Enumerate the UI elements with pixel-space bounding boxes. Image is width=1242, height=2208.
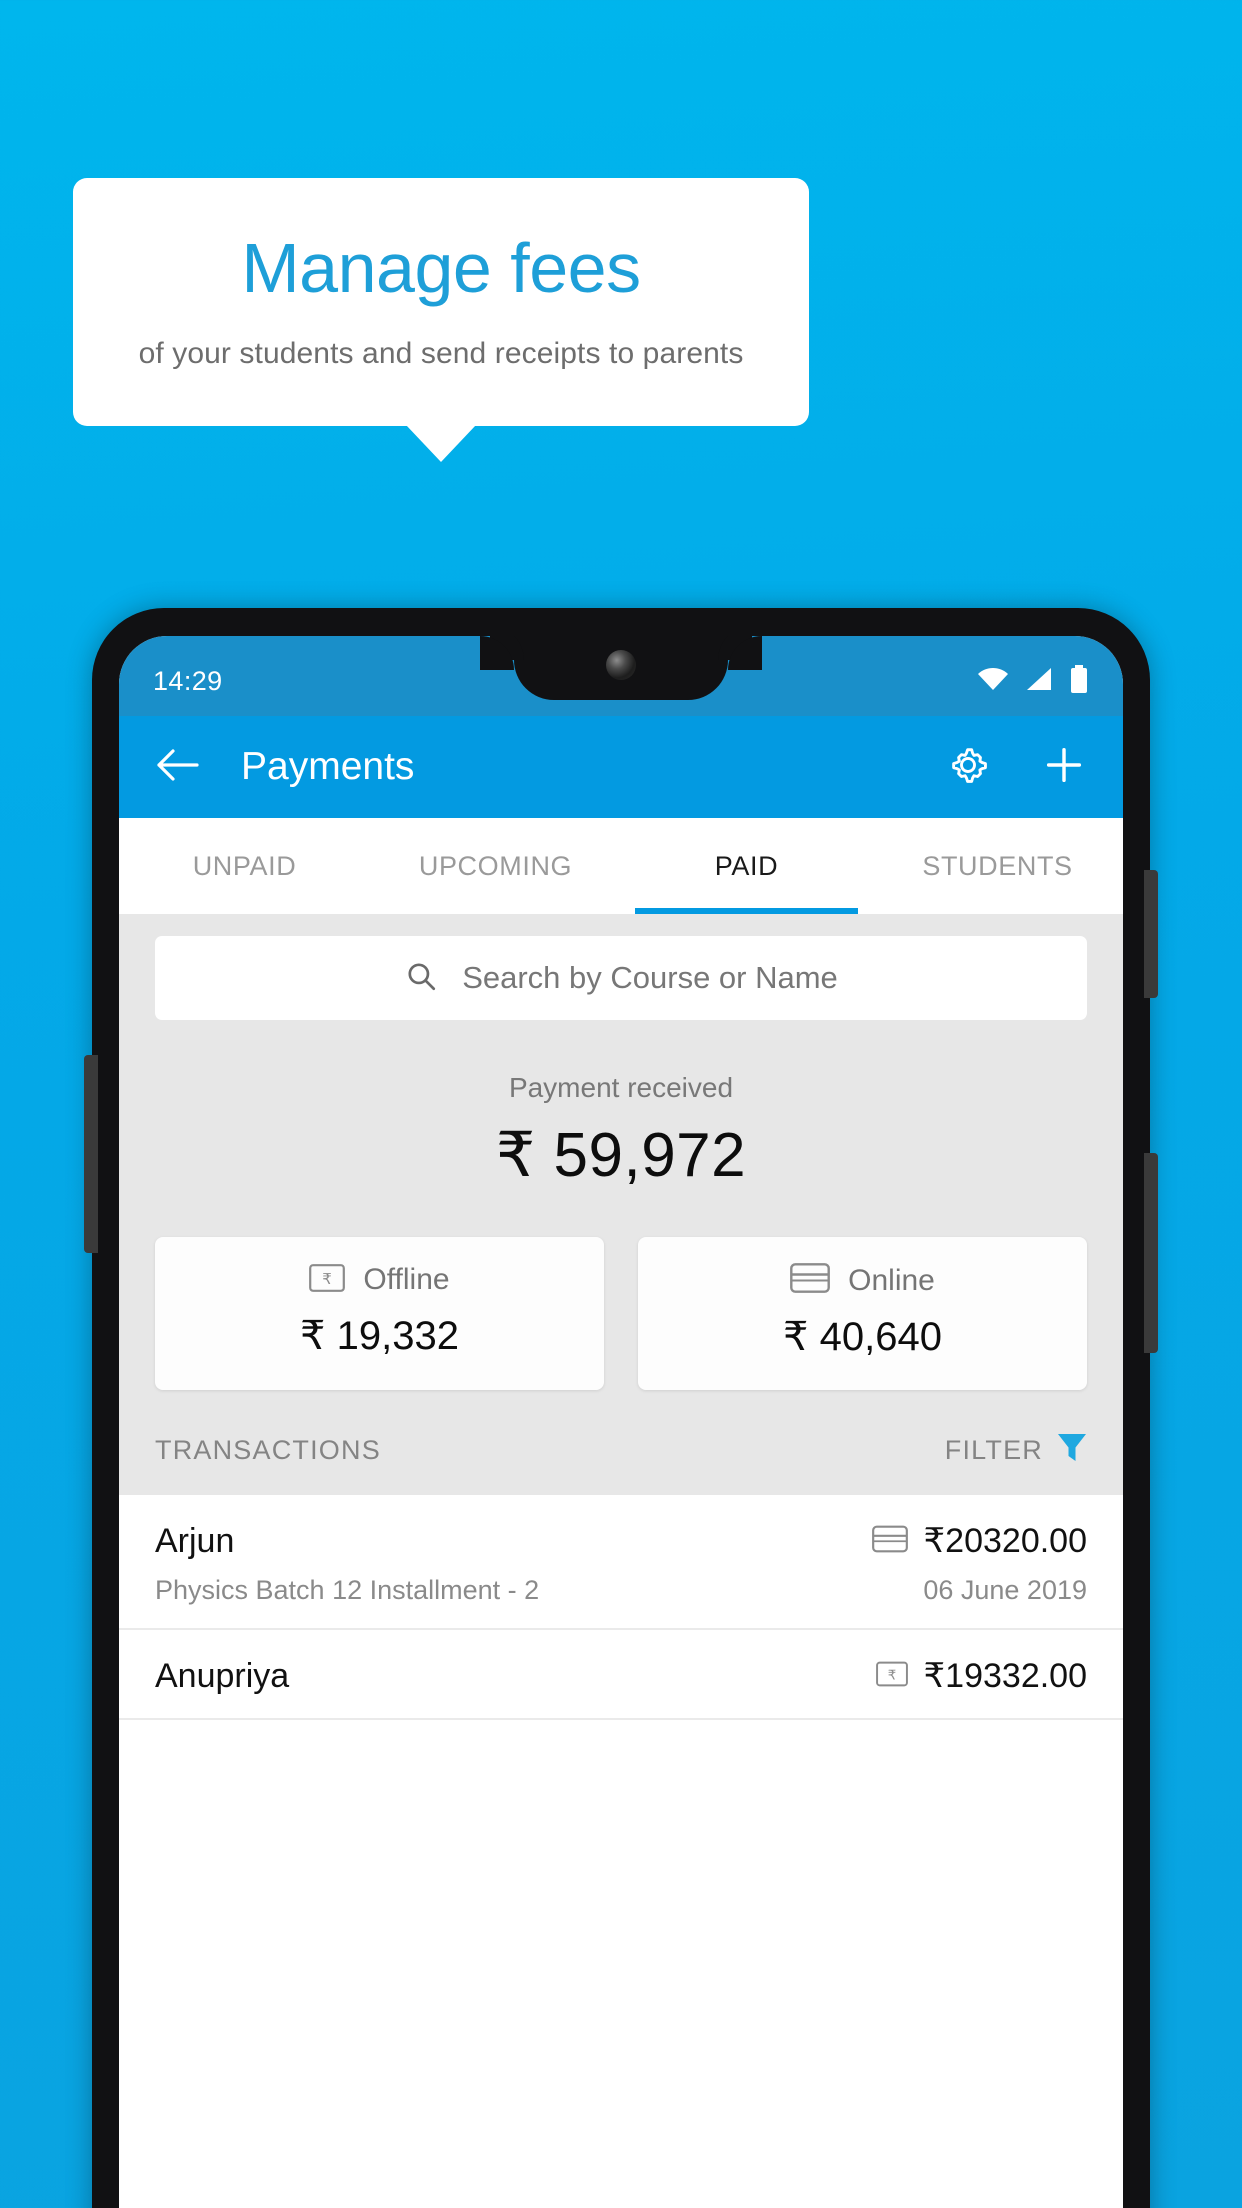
- content-area: Search by Course or Name Payment receive…: [119, 914, 1123, 1495]
- battery-icon: [1069, 664, 1089, 698]
- front-camera-icon: [606, 650, 636, 680]
- offline-card-label: Offline: [363, 1263, 450, 1296]
- rupee-note-icon: ₹: [875, 1661, 908, 1692]
- credit-card-icon: [790, 1263, 831, 1298]
- txn-description: Physics Batch 12 Installment - 2: [155, 1575, 540, 1605]
- transactions-header: TRANSACTIONS FILTER: [119, 1390, 1123, 1495]
- offline-card-amount: ₹ 19,332: [300, 1314, 459, 1358]
- phone-notch: [480, 636, 762, 700]
- search-placeholder: Search by Course or Name: [462, 960, 838, 995]
- txn-secondary-line: Physics Batch 12 Installment - 2 06 June…: [155, 1575, 1087, 1606]
- txn-name: Arjun: [155, 1521, 235, 1560]
- plus-icon[interactable]: [1041, 742, 1087, 793]
- promo-card: Manage fees of your students and send re…: [73, 178, 809, 426]
- payment-summary: Payment received ₹ 59,972: [119, 1020, 1123, 1191]
- online-card-amount: ₹ 40,640: [783, 1315, 942, 1359]
- online-card-label: Online: [848, 1263, 935, 1297]
- table-row[interactable]: Anupriya ₹ ₹19332.00: [119, 1630, 1123, 1720]
- svg-text:₹: ₹: [323, 1270, 333, 1288]
- status-time: 14:29: [153, 665, 223, 696]
- gear-icon[interactable]: [945, 742, 991, 793]
- filter-button[interactable]: FILTER: [945, 1432, 1087, 1469]
- back-arrow-icon[interactable]: [155, 747, 199, 788]
- online-card[interactable]: Online ₹ 40,640: [638, 1237, 1087, 1390]
- transactions-title: TRANSACTIONS: [155, 1435, 381, 1465]
- page-subtitle: of your students and send receipts to pa…: [138, 337, 744, 370]
- phone-volume-button[interactable]: [1144, 1153, 1158, 1353]
- app-bar: Payments: [119, 716, 1123, 818]
- phone-screen: 14:29 Payments UNPAID UPCOMING PAID STUD…: [119, 636, 1123, 2208]
- phone-left-button[interactable]: [84, 1055, 98, 1253]
- txn-date: 06 June 2019: [923, 1575, 1087, 1605]
- tab-unpaid[interactable]: UNPAID: [119, 818, 370, 914]
- funnel-icon: [1057, 1432, 1087, 1469]
- summary-label: Payment received: [508, 1072, 734, 1103]
- txn-amount-wrap: ₹ ₹19332.00: [875, 1656, 1087, 1696]
- filter-label: FILTER: [944, 1435, 1043, 1465]
- rupee-note-icon: ₹: [309, 1263, 346, 1297]
- tab-bar: UNPAID UPCOMING PAID STUDENTS: [119, 818, 1123, 914]
- signal-icon: [1025, 667, 1053, 696]
- txn-primary-line: Arjun ₹20320.00: [155, 1521, 1087, 1561]
- offline-card-head: ₹ Offline: [155, 1263, 604, 1297]
- txn-amount-wrap: ₹20320.00: [871, 1521, 1087, 1561]
- phone-device-frame: 14:29 Payments UNPAID UPCOMING PAID STUD…: [84, 608, 1158, 2208]
- status-icons: [977, 664, 1089, 698]
- tab-paid[interactable]: PAID: [621, 818, 872, 914]
- online-card-head: Online: [638, 1263, 1087, 1298]
- search-wrapper: Search by Course or Name: [119, 914, 1123, 1020]
- table-row[interactable]: Arjun ₹20320.00 Physics Batch 12 Install…: [119, 1495, 1123, 1630]
- txn-name: Anupriya: [155, 1656, 290, 1695]
- tab-students[interactable]: STUDENTS: [872, 818, 1123, 914]
- speech-bubble-tail: [406, 425, 476, 462]
- summary-amount: ₹ 59,972: [495, 1121, 747, 1190]
- status-bar: 14:29: [119, 636, 1123, 716]
- txn-amount: ₹20320.00: [923, 1522, 1087, 1560]
- page-title: Manage fees: [241, 229, 641, 307]
- payment-method-cards: ₹ Offline ₹ 19,332 Online ₹ 40,640: [119, 1191, 1123, 1390]
- wifi-icon: [977, 667, 1009, 696]
- offline-card[interactable]: ₹ Offline ₹ 19,332: [155, 1237, 604, 1390]
- app-bar-title: Payments: [241, 745, 415, 788]
- credit-card-icon: [871, 1525, 908, 1558]
- tab-upcoming[interactable]: UPCOMING: [370, 818, 621, 914]
- txn-primary-line: Anupriya ₹ ₹19332.00: [155, 1656, 1087, 1696]
- transactions-list: Arjun ₹20320.00 Physics Batch 12 Install…: [119, 1495, 1123, 1720]
- phone-power-button[interactable]: [1144, 870, 1158, 998]
- search-icon: [404, 959, 438, 998]
- app-bar-actions: [945, 742, 1087, 793]
- search-input[interactable]: Search by Course or Name: [155, 936, 1087, 1020]
- svg-text:₹: ₹: [887, 1668, 895, 1683]
- txn-amount: ₹19332.00: [923, 1657, 1087, 1695]
